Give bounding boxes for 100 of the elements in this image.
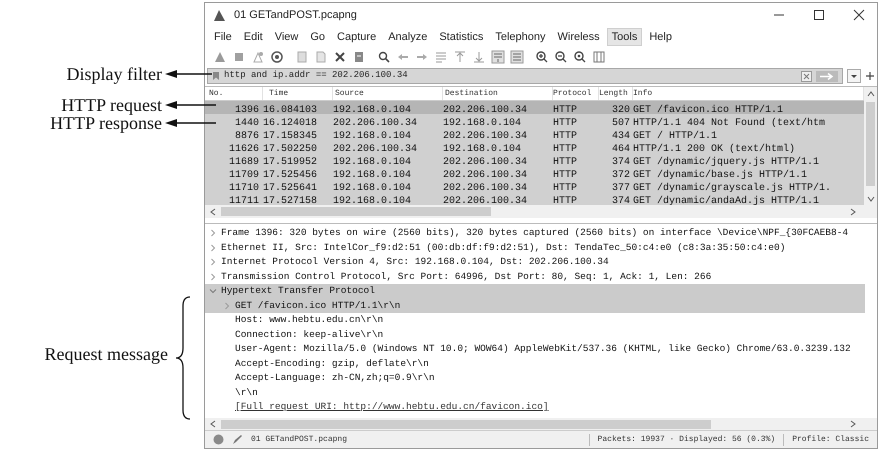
tree-item[interactable]: Accept-Language: zh-CN,zh;q=0.9\r\n (235, 371, 435, 386)
scroll-up-icon[interactable] (866, 90, 874, 98)
table-cell: 17.502250 (263, 144, 318, 153)
menu-item[interactable]: Edit (238, 28, 268, 46)
tree-item[interactable]: Ethernet II, Src: IntelCor_f9:d2:51 (00:db:df:f9:d2:51), Dst: TendaTec_50:c4:e0 (c8:3a:35:50:c4:e0) (221, 240, 786, 255)
table-cell: HTTP/1.1 200 OK (text/html) (633, 144, 796, 153)
table-cell: 16.124018 (263, 118, 318, 127)
table-cell: HTTP (553, 196, 578, 205)
horizontal-scrollbar[interactable] (205, 418, 877, 430)
packet-row[interactable]: 11711 17.527158 192.168.0.104 202.206.100.34 HTTP 374 GET /dynamic/andaAd.js HTTP/1.1 (205, 192, 864, 205)
menu-item[interactable]: Statistics (434, 28, 488, 46)
column-header[interactable]: No. (209, 88, 224, 100)
pencil-icon[interactable] (232, 434, 243, 445)
scrollbar-thumb[interactable] (866, 102, 875, 186)
table-cell: GET /dynamic/base.js HTTP/1.1 (633, 170, 808, 179)
table-cell: 17.158345 (263, 130, 318, 140)
table-cell: 16.084103 (263, 104, 318, 114)
menu-item[interactable]: Analyze (383, 28, 432, 46)
table-cell: 374 (612, 156, 630, 166)
search-icon[interactable] (377, 50, 391, 64)
tree-item[interactable]: User-Agent: Mozilla/5.0 (Windows NT 10.0; WOW64) AppleWebKit/537.36 (KHTML, like Gecko) Chrome/63.0.3239.132 (235, 342, 851, 356)
scroll-right-icon[interactable] (849, 420, 857, 428)
collapsed-caret-icon[interactable] (209, 229, 217, 238)
table-cell: 11709 (228, 170, 259, 179)
collapsed-caret-icon[interactable] (223, 302, 231, 310)
column-header[interactable]: Source (335, 88, 364, 100)
table-cell: HTTP/1.1 404 Not Found (text/htm (633, 118, 826, 127)
generated-field-link[interactable]: [Full request URI: http://www.hebtu.edu.cn/favicon.ico] (235, 400, 549, 414)
packet-row[interactable]: 1440 16.124018 202.206.100.34 192.168.0.104 HTTP 507 HTTP/1.1 404 Not Found (text/htm (205, 114, 864, 127)
scroll-left-icon[interactable] (209, 420, 217, 428)
maximize-icon[interactable] (813, 9, 825, 21)
fin-icon[interactable] (213, 50, 227, 64)
zoom-in-icon[interactable] (535, 50, 549, 64)
menu-item[interactable]: Wireless (552, 28, 605, 46)
packet-row[interactable]: 8876 17.158345 192.168.0.104 202.206.100.34 HTTP 434 GET / HTTP/1.1 (205, 127, 864, 140)
vertical-scrollbar[interactable] (864, 87, 877, 205)
bookmark-icon[interactable] (212, 71, 220, 81)
autoscroll-icon[interactable] (491, 50, 505, 64)
scroll-left-icon[interactable] (209, 208, 217, 216)
arrow (165, 69, 212, 79)
tree-item[interactable]: Accept-Encoding: gzip, deflate\r\n (235, 356, 429, 371)
tree-item[interactable]: Internet Protocol Version 4, Src: 192.168.0.104, Dst: 202.206.100.34 (221, 255, 609, 270)
file-icon[interactable] (295, 50, 309, 64)
table-cell: 507 (612, 118, 630, 127)
table-cell: 202.206.100.34 (443, 182, 528, 192)
stop-icon[interactable] (232, 50, 246, 64)
collapsed-caret-icon[interactable] (209, 258, 217, 266)
scrollbar-thumb[interactable] (221, 207, 491, 216)
close-file-icon[interactable] (333, 50, 347, 64)
tree-item[interactable]: \r\n (235, 386, 258, 400)
menu-item[interactable]: Help (644, 28, 677, 46)
menu-item[interactable]: Tools (606, 28, 642, 46)
tree-item[interactable]: Frame 1396: 320 bytes on wire (2560 bits), 320 bytes captured (2560 bits) on interface \Device\NPF_{30FCAEB8-4 (221, 226, 848, 240)
column-header[interactable]: Destination (445, 88, 498, 100)
gear-icon[interactable] (270, 50, 284, 64)
scroll-right-icon[interactable] (849, 208, 857, 216)
first-packet-icon[interactable] (453, 50, 467, 64)
zoom-reset-icon[interactable] (573, 50, 587, 64)
tree-item[interactable]: Transmission Control Protocol, Src Port: 64996, Dst Port: 80, Seq: 1, Ack: 1, Len: 266 (221, 270, 712, 284)
collapsed-caret-icon[interactable] (209, 244, 217, 252)
column-header[interactable]: Info (633, 88, 652, 100)
scroll-down-icon[interactable] (866, 195, 874, 203)
annotation-label: HTTP request (61, 94, 162, 116)
tree-item[interactable]: Connection: keep-alive\r\n (235, 328, 384, 342)
menu-item[interactable]: Capture (332, 28, 382, 46)
table-cell: 377 (612, 182, 630, 192)
packet-row[interactable]: 11710 17.525641 192.168.0.104 202.206.100.34 HTTP 377 GET /dynamic/grayscale.js HTTP/1. (205, 179, 864, 192)
tree-item[interactable]: Host: www.hebtu.edu.cn\r\n (235, 313, 384, 328)
table-cell: HTTP (553, 182, 578, 192)
table-cell: 192.168.0.104 (443, 118, 522, 127)
file-icon[interactable] (314, 50, 328, 64)
table-cell: 374 (612, 196, 630, 205)
zoom-out-icon[interactable] (554, 50, 568, 64)
packet-row[interactable]: 11626 17.502250 202.206.100.34 192.168.0.104 HTTP 464 HTTP/1.1 200 OK (text/html) (205, 140, 864, 153)
table-cell: 11689 (228, 156, 259, 166)
packet-row[interactable]: 11689 17.519952 192.168.0.104 202.206.100.34 HTTP 374 GET /dynamic/jquery.js HTTP/1.1 (205, 153, 864, 166)
menu-item[interactable]: Telephony (490, 28, 550, 46)
scrollbar-thumb[interactable] (221, 420, 711, 428)
clear-icon[interactable] (801, 70, 812, 82)
table-cell: 202.206.100.34 (443, 196, 528, 205)
collapsed-caret-icon[interactable] (209, 272, 217, 281)
table-cell: 464 (612, 144, 630, 153)
menu-item[interactable]: File (209, 28, 237, 46)
horizontal-scrollbar[interactable] (205, 205, 877, 218)
dropdown-icon[interactable] (847, 69, 861, 83)
colorize-icon[interactable] (510, 50, 524, 64)
last-packet-icon[interactable] (472, 50, 486, 64)
plus-icon[interactable] (865, 71, 875, 81)
close-icon[interactable] (853, 9, 865, 21)
expanded-caret-icon[interactable] (209, 287, 217, 296)
resize-columns-icon[interactable] (592, 50, 606, 64)
column-header[interactable]: Time (269, 88, 288, 100)
column-header[interactable]: Protocol (553, 88, 592, 100)
column-header[interactable]: Length (599, 88, 628, 100)
packet-row[interactable]: 1396 16.084103 192.168.0.104 202.206.100.34 HTTP 320 GET /favicon.ico HTTP/1.1 (205, 101, 864, 114)
display-filter-field[interactable]: http and ip.addr == 202.206.100.34 (207, 68, 843, 84)
menu-item[interactable]: Go (305, 28, 330, 46)
packet-row[interactable]: 11709 17.525456 192.168.0.104 202.206.100.34 HTTP 372 GET /dynamic/base.js HTTP/1.1 (205, 166, 864, 179)
table-cell: 372 (612, 170, 630, 179)
menu-item[interactable]: View (270, 28, 304, 46)
